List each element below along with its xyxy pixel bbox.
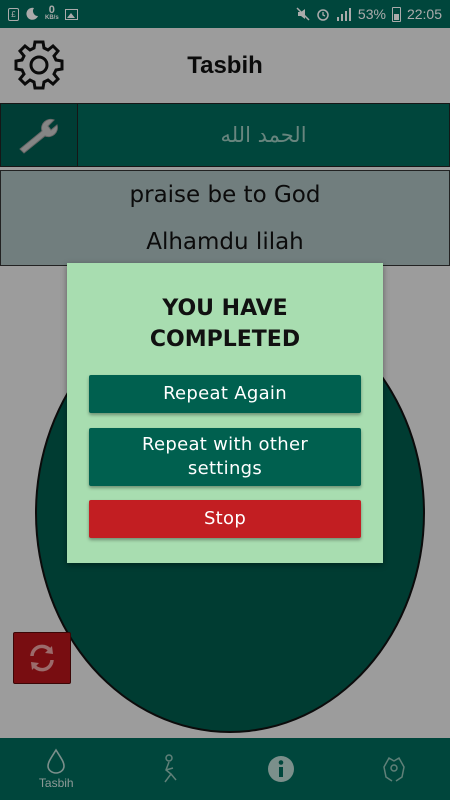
app-header: Tasbih — [0, 28, 450, 103]
dialog-title: YOU HAVE COMPLETED — [149, 296, 301, 352]
wrench-icon — [19, 118, 58, 154]
bottom-navigation: Tasbih — [0, 738, 450, 800]
dhikr-translation-box: praise be to God Alhamdu lilah — [0, 170, 450, 266]
dhikr-translation: praise be to God — [129, 181, 321, 208]
repeat-other-settings-button[interactable]: Repeat with other settings — [89, 428, 361, 486]
nav-item-info[interactable] — [225, 738, 338, 800]
dhikr-bar: الحمد الله — [0, 103, 450, 167]
repeat-again-button[interactable]: Repeat Again — [89, 375, 361, 413]
signal-icon — [336, 8, 351, 21]
battery-percent: 53% — [357, 6, 386, 22]
nav-item-tasbih[interactable]: Tasbih — [0, 738, 113, 800]
alarm-icon — [317, 9, 329, 21]
info-icon — [268, 756, 295, 782]
reset-button[interactable] — [13, 632, 71, 684]
drop-icon — [47, 748, 66, 774]
refresh-icon — [30, 644, 54, 672]
stop-button[interactable]: Stop — [89, 500, 361, 538]
nav-label-tasbih: Tasbih — [38, 776, 74, 790]
completion-dialog: YOU HAVE COMPLETED Repeat Again Repeat w… — [67, 263, 383, 563]
praying-hands-icon — [382, 756, 405, 782]
net-speed: 0 KB/s — [45, 4, 59, 22]
wrench-button[interactable] — [1, 104, 78, 166]
dhikr-arabic-text: الحمد الله — [220, 123, 307, 147]
nav-item-dua[interactable] — [338, 738, 450, 800]
dhikr-transliteration: Alhamdu lilah — [146, 228, 304, 255]
battery-icon — [391, 6, 401, 22]
praying-person-icon — [164, 754, 177, 783]
settings-gear-icon[interactable] — [12, 38, 66, 92]
mute-icon — [296, 7, 310, 21]
nav-item-prayer[interactable] — [113, 738, 226, 800]
clock: 22:05 — [406, 6, 442, 22]
status-bar: £ 0 KB/s 53% 22:05 — [0, 0, 450, 28]
image-icon — [64, 8, 78, 20]
moon-icon — [26, 7, 38, 20]
notification-icon: £ — [8, 7, 19, 21]
page-title: Tasbih — [187, 51, 263, 79]
